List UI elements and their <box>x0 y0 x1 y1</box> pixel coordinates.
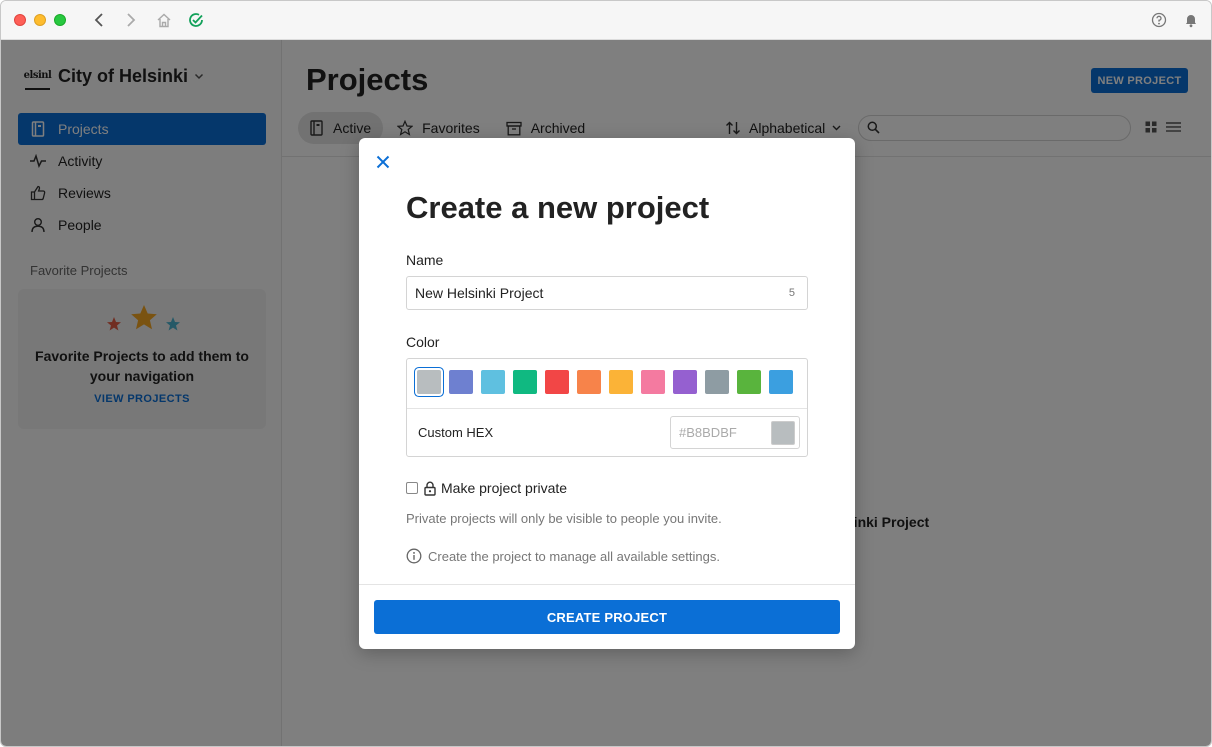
info-icon <box>406 548 422 564</box>
color-swatch[interactable] <box>513 370 537 394</box>
info-note: Create the project to manage all availab… <box>406 548 720 564</box>
custom-hex-input[interactable]: #B8BDBF <box>670 416 800 449</box>
close-icon[interactable] <box>373 152 393 172</box>
color-swatch[interactable] <box>769 370 793 394</box>
character-count: 5 <box>788 287 795 299</box>
project-name-field[interactable]: New Helsinki Project 5 <box>406 276 808 310</box>
private-label[interactable]: Make project private <box>441 480 567 496</box>
back-icon[interactable] <box>89 10 109 30</box>
modal-title: Create a new project <box>406 190 710 225</box>
help-icon[interactable] <box>1149 10 1169 30</box>
app-window: elsinl City of Helsinki Projects <box>0 0 1212 747</box>
maximize-window-button[interactable] <box>54 14 66 26</box>
minimize-window-button[interactable] <box>34 14 46 26</box>
color-label: Color <box>406 334 440 350</box>
bell-icon[interactable] <box>1181 10 1201 30</box>
modal-footer-divider <box>359 584 855 585</box>
color-swatch[interactable] <box>673 370 697 394</box>
color-swatch[interactable] <box>609 370 633 394</box>
custom-hex-placeholder: #B8BDBF <box>679 425 737 440</box>
color-swatch[interactable] <box>417 370 441 394</box>
project-name-value: New Helsinki Project <box>415 285 544 301</box>
private-helper-text: Private projects will only be visible to… <box>406 511 722 526</box>
color-swatch[interactable] <box>705 370 729 394</box>
close-window-button[interactable] <box>14 14 26 26</box>
info-text: Create the project to manage all availab… <box>428 548 720 564</box>
private-toggle-row: Make project private <box>406 480 567 496</box>
color-swatches <box>417 370 801 394</box>
home-icon[interactable] <box>154 10 174 30</box>
create-project-button[interactable]: CREATE PROJECT <box>374 600 840 634</box>
color-swatch[interactable] <box>577 370 601 394</box>
color-swatch[interactable] <box>449 370 473 394</box>
private-checkbox[interactable] <box>406 482 418 494</box>
color-swatch[interactable] <box>481 370 505 394</box>
lock-icon <box>424 481 436 496</box>
title-bar <box>1 1 1211 40</box>
custom-hex-label: Custom HEX <box>418 425 494 440</box>
check-circle-icon[interactable] <box>186 10 206 30</box>
color-swatch[interactable] <box>737 370 761 394</box>
color-picker: Custom HEX #B8BDBF <box>406 358 808 457</box>
color-swatch[interactable] <box>641 370 665 394</box>
name-label: Name <box>406 252 444 268</box>
hex-color-preview[interactable] <box>771 421 795 445</box>
color-divider <box>407 408 807 409</box>
create-project-modal: Create a new project Name New Helsinki P… <box>359 138 855 649</box>
color-swatch[interactable] <box>545 370 569 394</box>
forward-icon[interactable] <box>121 10 141 30</box>
